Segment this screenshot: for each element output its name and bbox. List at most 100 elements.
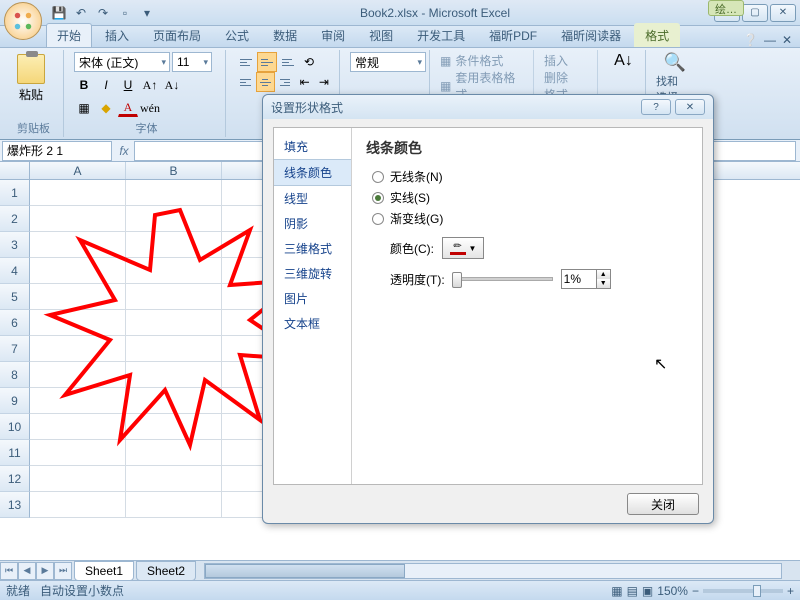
nav-line-style[interactable]: 线型 (274, 186, 351, 211)
row-header[interactable]: 8 (0, 362, 30, 388)
align-middle-icon[interactable] (257, 52, 277, 72)
cell[interactable] (126, 206, 222, 232)
number-format-combo[interactable]: 常规 (350, 52, 426, 72)
tab-page-layout[interactable]: 页面布局 (142, 23, 212, 47)
zoom-slider[interactable] (703, 589, 783, 593)
cell[interactable] (126, 440, 222, 466)
cell[interactable] (30, 414, 126, 440)
nav-line-color[interactable]: 线条颜色 (274, 159, 351, 186)
row-header[interactable]: 5 (0, 284, 30, 310)
nav-fill[interactable]: 填充 (274, 134, 351, 159)
view-pagebreak-icon[interactable]: ▣ (642, 584, 653, 598)
tab-home[interactable]: 开始 (46, 23, 92, 47)
align-bottom-icon[interactable] (278, 52, 298, 72)
minimize-ribbon-icon[interactable]: ― (764, 33, 776, 47)
cell[interactable] (126, 310, 222, 336)
cell[interactable] (30, 362, 126, 388)
paste-button[interactable]: 粘贴 (10, 52, 52, 105)
radio-no-line[interactable]: 无线条(N) (372, 168, 688, 185)
font-name-combo[interactable]: 宋体 (正文) (74, 52, 170, 72)
tab-foxit-pdf[interactable]: 福昕PDF (478, 23, 548, 47)
nav-picture[interactable]: 图片 (274, 286, 351, 311)
sheet-nav-last-icon[interactable]: ⏭ (54, 562, 72, 580)
radio-gradient-line[interactable]: 渐变线(G) (372, 210, 688, 227)
tab-data[interactable]: 数据 (262, 23, 308, 47)
sheet-tab[interactable]: Sheet2 (136, 561, 196, 581)
cell[interactable] (30, 284, 126, 310)
tab-formulas[interactable]: 公式 (214, 23, 260, 47)
cell[interactable] (126, 388, 222, 414)
name-box[interactable]: 爆炸形 2 1 (2, 141, 112, 161)
cell[interactable] (30, 206, 126, 232)
zoom-level[interactable]: 150% (657, 584, 688, 598)
row-header[interactable]: 11 (0, 440, 30, 466)
align-right-icon[interactable] (276, 72, 295, 92)
row-header[interactable]: 10 (0, 414, 30, 440)
increase-indent-icon[interactable]: ⇥ (315, 72, 333, 92)
find-select-icon[interactable]: 🔍 (656, 52, 694, 73)
cell[interactable] (126, 336, 222, 362)
decrease-indent-icon[interactable]: ⇤ (295, 72, 313, 92)
sort-filter-icon[interactable]: A↓ (608, 52, 639, 70)
align-center-icon[interactable] (256, 72, 275, 92)
view-layout-icon[interactable]: ▤ (627, 584, 638, 598)
row-header[interactable]: 7 (0, 336, 30, 362)
redo-icon[interactable]: ↷ (94, 4, 112, 22)
tab-review[interactable]: 审阅 (310, 23, 356, 47)
align-top-icon[interactable] (236, 52, 256, 72)
spin-down-icon[interactable]: ▼ (596, 279, 610, 288)
radio-solid-line[interactable]: 实线(S) (372, 189, 688, 206)
align-left-icon[interactable] (236, 72, 255, 92)
dialog-close-icon[interactable]: ✕ (675, 99, 705, 115)
transparency-slider[interactable] (453, 277, 553, 281)
slider-thumb[interactable] (452, 272, 462, 288)
nav-3d-rotation[interactable]: 三维旋转 (274, 261, 351, 286)
fill-color-button[interactable]: ◆ (96, 98, 116, 118)
maximize-button[interactable]: ▢ (742, 4, 768, 22)
dialog-help-icon[interactable]: ? (641, 99, 671, 115)
insert-cells-button[interactable]: 插入 (544, 52, 591, 69)
grow-font-icon[interactable]: A↑ (140, 75, 160, 95)
sheet-nav-next-icon[interactable]: ▶ (36, 562, 54, 580)
italic-button[interactable]: I (96, 75, 116, 95)
cell[interactable] (30, 466, 126, 492)
save-icon[interactable]: 💾 (50, 4, 68, 22)
orientation-icon[interactable]: ⟲ (299, 52, 319, 72)
cell[interactable] (126, 414, 222, 440)
cell[interactable] (30, 232, 126, 258)
fx-icon[interactable]: fx (114, 144, 134, 158)
row-header[interactable]: 12 (0, 466, 30, 492)
sheet-tab[interactable]: Sheet1 (74, 561, 134, 581)
cell[interactable] (30, 310, 126, 336)
view-normal-icon[interactable]: ▦ (611, 584, 622, 598)
cell[interactable] (126, 492, 222, 518)
line-color-picker[interactable]: ✏ ▼ (442, 237, 484, 259)
cell[interactable] (126, 466, 222, 492)
row-header[interactable]: 9 (0, 388, 30, 414)
close-window-button[interactable]: ✕ (770, 4, 796, 22)
doc-close-icon[interactable]: ✕ (782, 33, 792, 47)
cond-format-icon[interactable]: ▦ (440, 54, 451, 68)
bold-button[interactable]: B (74, 75, 94, 95)
row-header[interactable]: 4 (0, 258, 30, 284)
select-all-corner[interactable] (0, 162, 30, 179)
underline-button[interactable]: U (118, 75, 138, 95)
nav-textbox[interactable]: 文本框 (274, 311, 351, 336)
help-icon[interactable]: ❔ (743, 33, 758, 47)
tab-insert[interactable]: 插入 (94, 23, 140, 47)
cell[interactable] (30, 440, 126, 466)
row-header[interactable]: 6 (0, 310, 30, 336)
phonetic-button[interactable]: wén (140, 98, 160, 118)
col-header[interactable]: B (126, 162, 222, 179)
shrink-font-icon[interactable]: A↓ (162, 75, 182, 95)
sheet-nav-first-icon[interactable]: ⏮ (0, 562, 18, 580)
undo-icon[interactable]: ↶ (72, 4, 90, 22)
cell[interactable] (30, 336, 126, 362)
tab-format-context[interactable]: 格式 (634, 23, 680, 47)
table-format-icon[interactable]: ▦ (440, 79, 451, 93)
nav-3d-format[interactable]: 三维格式 (274, 236, 351, 261)
row-header[interactable]: 2 (0, 206, 30, 232)
cell[interactable] (30, 492, 126, 518)
office-button[interactable] (4, 2, 42, 40)
font-color-button[interactable]: A (118, 100, 138, 117)
